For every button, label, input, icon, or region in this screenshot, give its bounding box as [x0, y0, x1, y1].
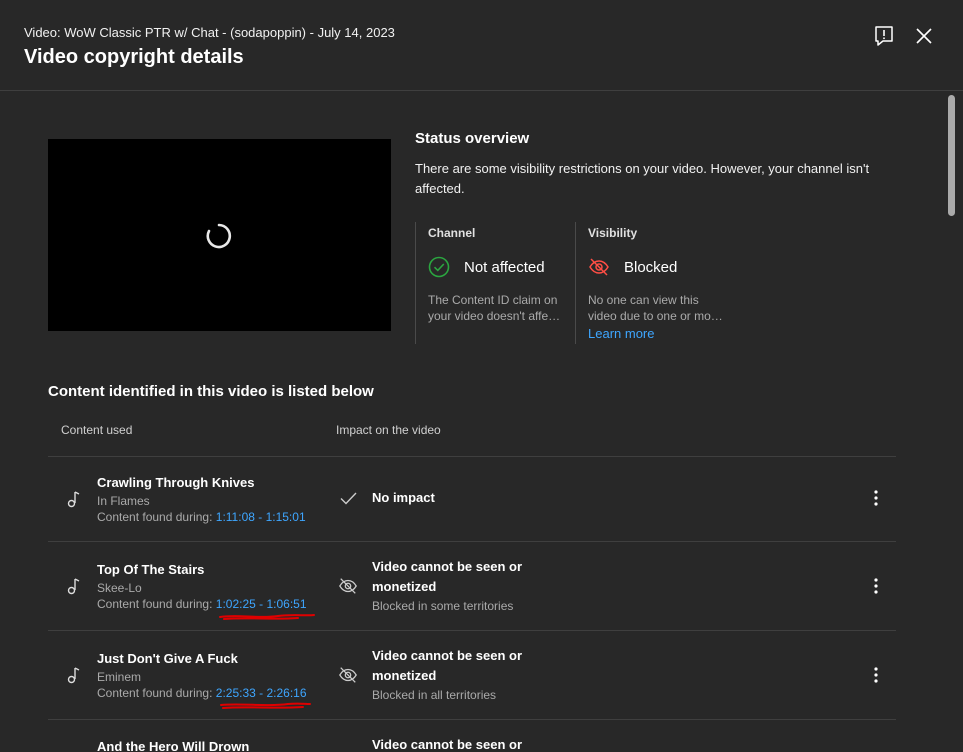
- red-underline-annotation: [220, 702, 311, 709]
- song-artist: Eminem: [97, 670, 142, 684]
- red-underline-annotation: [219, 614, 315, 620]
- channel-label: Channel: [428, 226, 476, 240]
- visibility-state: Blocked: [588, 256, 677, 278]
- dialog-header: Video: WoW Classic PTR w/ Chat - (sodapo…: [0, 0, 963, 91]
- table-row: And the Hero Will Drown Video cannot be …: [48, 720, 896, 752]
- content-section-title: Content identified in this video is list…: [48, 383, 374, 400]
- content-found: Content found during: 1:11:08 - 1:15:01: [97, 510, 306, 524]
- song-title: And the Hero Will Drown: [97, 739, 250, 752]
- channel-status: Channel Not affected The Content ID clai…: [415, 222, 575, 344]
- status-overview-title: Status overview: [415, 130, 530, 147]
- visibility-desc-line2: video due to one or more claims: [588, 309, 724, 323]
- checkmark-icon: [340, 492, 357, 505]
- eye-off-icon: [339, 667, 357, 683]
- table-row: Crawling Through Knives In Flames Conten…: [48, 457, 896, 542]
- channel-description: The Content ID claim on your video doesn…: [428, 292, 564, 324]
- visibility-status: Visibility Blocked No one can view this …: [575, 222, 725, 344]
- scrollbar[interactable]: [946, 93, 956, 752]
- eye-off-icon: [339, 578, 357, 594]
- video-player[interactable]: [48, 139, 391, 331]
- visibility-desc-line1: No one can view this: [588, 293, 699, 307]
- impact-detail: Blocked in all territories: [372, 688, 497, 702]
- timestamp-link[interactable]: 1:11:08 - 1:15:01: [216, 510, 306, 524]
- song-title: Top Of The Stairs: [97, 562, 205, 577]
- more-options-button[interactable]: [866, 486, 886, 510]
- feedback-icon: [875, 26, 893, 46]
- learn-more-link[interactable]: Learn more: [588, 326, 654, 341]
- song-title: Crawling Through Knives: [97, 475, 255, 490]
- music-note-icon: [67, 667, 80, 684]
- close-icon: [916, 28, 932, 44]
- content-found: Content found during: 1:02:25 - 1:06:51: [97, 597, 307, 611]
- loading-spinner-icon: [206, 223, 232, 249]
- found-label: Content found during:: [97, 510, 213, 524]
- scrollbar-thumb[interactable]: [948, 95, 955, 216]
- eye-off-icon: [589, 258, 609, 276]
- more-vert-icon: [874, 667, 878, 683]
- channel-desc-line2: your video doesn't affect your channel: [428, 309, 564, 323]
- check-circle-icon: [428, 256, 450, 278]
- channel-state-text: Not affected: [464, 258, 545, 276]
- channel-state: Not affected: [428, 256, 545, 278]
- column-header-impact: Impact on the video: [336, 423, 441, 437]
- channel-desc-line1: The Content ID claim on: [428, 293, 558, 307]
- more-vert-icon: [874, 578, 878, 594]
- impact-status: Video cannot be seen or: [372, 737, 523, 752]
- found-label: Content found during:: [97, 686, 213, 700]
- more-options-button[interactable]: [866, 663, 886, 687]
- more-vert-icon: [874, 490, 878, 506]
- visibility-label: Visibility: [588, 226, 638, 240]
- status-description: There are some visibility restrictions o…: [415, 161, 870, 196]
- impact-status: No impact: [372, 490, 435, 505]
- visibility-description: No one can view this video due to one or…: [588, 292, 724, 324]
- music-note-icon: [67, 491, 80, 508]
- visibility-state-text: Blocked: [624, 258, 678, 276]
- more-options-button[interactable]: [866, 574, 886, 598]
- music-note-icon: [67, 578, 80, 595]
- impact-status: Video cannot be seen or monetized: [372, 559, 523, 594]
- table-row: Just Don't Give A Fuck Eminem Content fo…: [48, 631, 896, 720]
- timestamp-link[interactable]: 1:02:25 - 1:06:51: [216, 597, 307, 611]
- found-label: Content found during:: [97, 597, 213, 611]
- impact-detail: Blocked in some territories: [372, 599, 514, 613]
- song-artist: In Flames: [97, 494, 150, 508]
- song-title: Just Don't Give A Fuck: [97, 651, 238, 666]
- video-subtitle: Video: WoW Classic PTR w/ Chat - (sodapo…: [24, 25, 395, 40]
- feedback-button[interactable]: [870, 22, 898, 50]
- close-button[interactable]: [910, 22, 938, 50]
- impact-status: Video cannot be seen or monetized: [372, 648, 523, 683]
- song-artist: Skee-Lo: [97, 581, 142, 595]
- timestamp-link[interactable]: 2:25:33 - 2:26:16: [216, 686, 307, 700]
- table-row: Top Of The Stairs Skee-Lo Content found …: [48, 542, 896, 631]
- dialog-title: Video copyright details: [24, 46, 244, 68]
- column-header-content: Content used: [61, 423, 133, 437]
- content-found: Content found during: 2:25:33 - 2:26:16: [97, 686, 307, 700]
